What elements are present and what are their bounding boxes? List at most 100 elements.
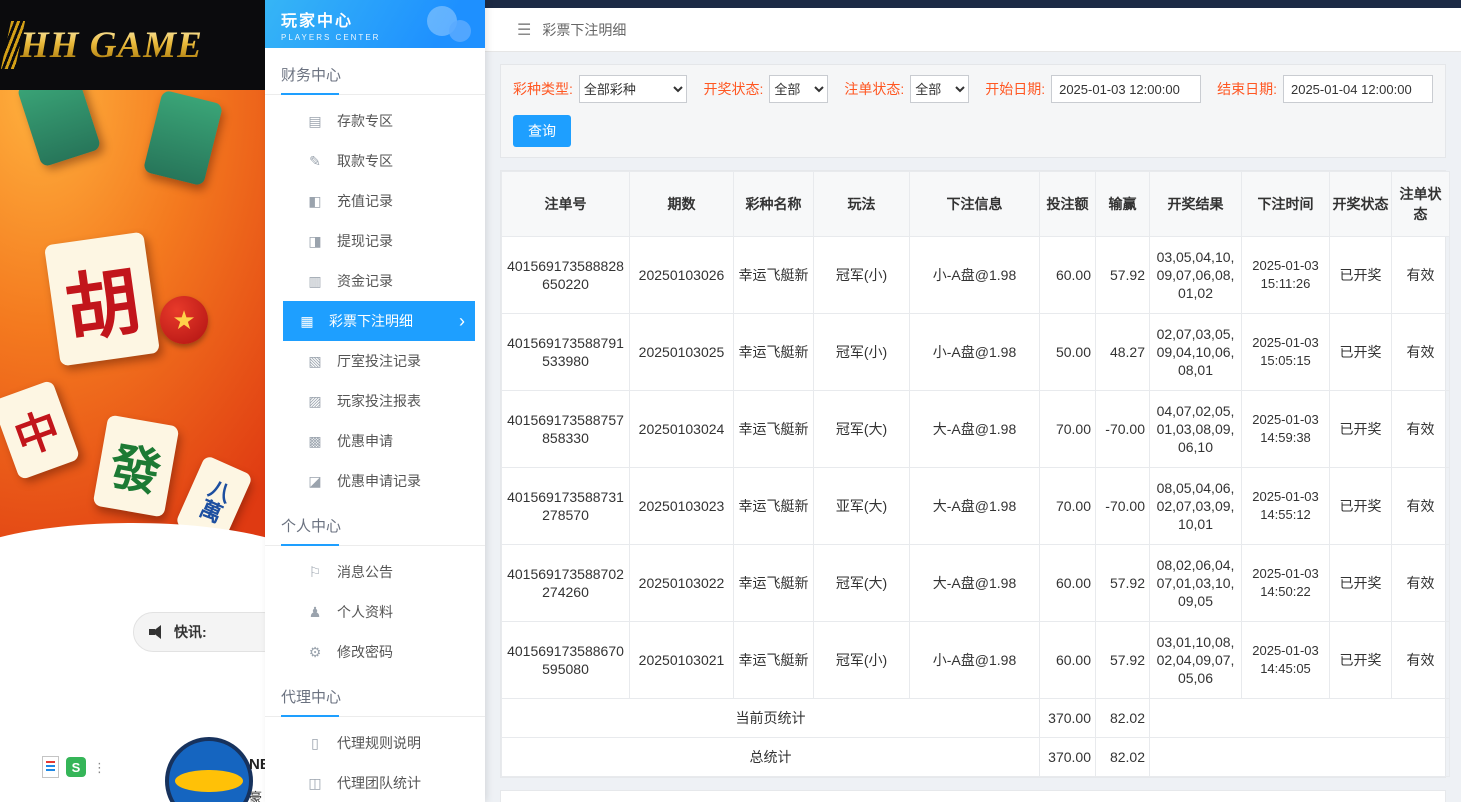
mahjong-tile-hu: 胡	[44, 232, 160, 367]
sidebar-item-agent-team-stats[interactable]: ◫ 代理团队统计	[265, 763, 485, 802]
cell-period: 20250103021	[630, 622, 734, 699]
sidebar-item-withdraw-area[interactable]: ✎取款专区	[265, 141, 485, 181]
sidebar-item-label: 消息公告	[337, 562, 393, 582]
lottery-type-select[interactable]: 全部彩种	[579, 75, 688, 103]
hall-bet-icon: ▧	[307, 353, 323, 370]
end-date-input[interactable]	[1283, 75, 1433, 103]
sidebar-item-label: 代理团队统计	[337, 773, 421, 793]
draw-status-select[interactable]: 全部	[769, 75, 828, 103]
promo-apply-icon: ▩	[307, 433, 323, 450]
sidebar-item-messages[interactable]: ⚐ 消息公告	[265, 552, 485, 592]
summary-winloss: 82.02	[1096, 699, 1150, 738]
column-header: 投注额	[1040, 172, 1096, 237]
promo-banner: 胡 ★ 中 發 八萬	[0, 90, 265, 568]
cell-bet-id: 401569173588757858330	[502, 391, 630, 468]
sidebar-header: 玩家中心 PLAYERS CENTER	[265, 0, 485, 48]
cell-lottery: 幸运飞艇新	[734, 545, 814, 622]
cell-result: 08,02,06,04,07,01,03,10,09,05	[1150, 545, 1242, 622]
cell-time: 2025-01-03 15:11:26	[1242, 237, 1330, 314]
cell-draw-status: 已开奖	[1330, 545, 1392, 622]
content: 彩种类型: 全部彩种 开奖状态: 全部 注单状态: 全部 开始日期: 结束日期:	[485, 52, 1461, 802]
summary-row: 总统计370.0082.02	[502, 738, 1450, 777]
sidebar-item-label: 厅室投注记录	[337, 351, 421, 371]
sidebar-item-withdrawal-records[interactable]: ◨提现记录	[265, 221, 485, 261]
cell-draw-status: 已开奖	[1330, 314, 1392, 391]
sidebar-section-title: 个人中心	[265, 503, 485, 546]
query-button[interactable]: 查询	[513, 115, 571, 147]
sidebar-item-agent-rules[interactable]: ▯代理规则说明	[265, 723, 485, 763]
column-header: 注单号	[502, 172, 630, 237]
cell-draw-status: 已开奖	[1330, 468, 1392, 545]
column-header: 开奖状态	[1330, 172, 1392, 237]
bell-icon: ⚐	[307, 564, 323, 581]
cell-period: 20250103024	[630, 391, 734, 468]
table-row: 40156917358870227426020250103022幸运飞艇新冠军(…	[502, 545, 1450, 622]
cell-draw-status: 已开奖	[1330, 391, 1392, 468]
more-dots-icon[interactable]: ⋮	[93, 761, 106, 774]
cell-period: 20250103023	[630, 468, 734, 545]
page-title: 彩票下注明细	[542, 20, 626, 40]
sidebar-item-player-bet-report[interactable]: ▨玩家投注报表	[265, 381, 485, 421]
start-date-label: 开始日期:	[985, 79, 1045, 99]
cell-bet-id: 401569173588828650220	[502, 237, 630, 314]
notes-icon[interactable]: S	[66, 757, 86, 777]
cell-bet-info: 大-A盘@1.98	[910, 391, 1040, 468]
cell-bet-info: 大-A盘@1.98	[910, 545, 1040, 622]
cell-play: 冠军(小)	[814, 622, 910, 699]
sidebar-item-profile[interactable]: ♟个人资料	[265, 592, 485, 632]
cell-lottery: 幸运飞艇新	[734, 314, 814, 391]
start-date-input[interactable]	[1051, 75, 1201, 103]
speaker-icon	[149, 625, 165, 639]
cell-order-status: 有效	[1392, 314, 1450, 391]
column-header: 输赢	[1096, 172, 1150, 237]
main-area: ☰ 彩票下注明细 彩种类型: 全部彩种 开奖状态: 全部 注单状态: 全部	[485, 0, 1461, 802]
cell-lottery: 幸运飞艇新	[734, 391, 814, 468]
mahjong-tile-wan: 八萬	[175, 455, 253, 546]
sidebar-section-title: 代理中心	[265, 674, 485, 717]
cell-bet-info: 小-A盘@1.98	[910, 622, 1040, 699]
news-label: 快讯:	[174, 622, 207, 642]
sidebar-items: ⚐ 消息公告 ♟个人资料⚙修改密码	[265, 546, 485, 674]
sidebar-item-change-password[interactable]: ⚙修改密码	[265, 632, 485, 672]
news-ticker[interactable]: 快讯:	[133, 612, 265, 652]
cell-play: 冠军(小)	[814, 237, 910, 314]
column-header: 下注信息	[910, 172, 1040, 237]
summary-winloss: 82.02	[1096, 738, 1150, 777]
sidebar-item-deposit-area[interactable]: ▤存款专区	[265, 101, 485, 141]
sidebar-section: 个人中心 ⚐ 消息公告 ♟个人资料⚙修改密码	[265, 503, 485, 674]
cell-lottery: 幸运飞艇新	[734, 622, 814, 699]
cell-amount: 50.00	[1040, 314, 1096, 391]
sidebar-item-promo-apply-records[interactable]: ◪优惠申请记录	[265, 461, 485, 501]
sidebar-item-label: 存款专区	[337, 111, 393, 131]
sidebar-item-hall-bet-records[interactable]: ▧ 厅室投注记录	[265, 341, 485, 381]
sidebar-item-label: 玩家投注报表	[337, 391, 421, 411]
table-header-row: 注单号期数彩种名称玩法下注信息投注额输赢开奖结果下注时间开奖状态注单状态	[502, 172, 1450, 237]
end-date-label: 结束日期:	[1217, 79, 1277, 99]
doc-icon[interactable]	[42, 756, 59, 778]
sidebar-item-lottery-bet-details[interactable]: ▦彩票下注明细›	[283, 301, 475, 341]
cell-bet-info: 小-A盘@1.98	[910, 237, 1040, 314]
bet-table: 注单号期数彩种名称玩法下注信息投注额输赢开奖结果下注时间开奖状态注单状态 401…	[501, 171, 1450, 777]
cell-amount: 60.00	[1040, 545, 1096, 622]
table-row: 40156917358873127857020250103023幸运飞艇新亚军(…	[502, 468, 1450, 545]
sidebar: 玩家中心 PLAYERS CENTER 财务中心▤存款专区✎取款专区◧充值记录◨…	[265, 0, 485, 802]
cell-winloss: -70.00	[1096, 391, 1150, 468]
desktop-shortcut-icons: S ⋮	[42, 756, 106, 778]
sidebar-item-funds-records[interactable]: ▥资金记录	[265, 261, 485, 301]
cell-play: 亚军(大)	[814, 468, 910, 545]
cell-amount: 70.00	[1040, 391, 1096, 468]
sidebar-item-promo-apply[interactable]: ▩优惠申请	[265, 421, 485, 461]
mahjong-tile-fa: 發	[93, 414, 180, 517]
controller-icon	[425, 2, 471, 48]
hamburger-icon[interactable]: ☰	[517, 20, 531, 40]
sidebar-item-recharge-records[interactable]: ◧充值记录	[265, 181, 485, 221]
withdraw-icon: ✎	[307, 153, 323, 170]
column-header: 开奖结果	[1150, 172, 1242, 237]
cell-lottery: 幸运飞艇新	[734, 468, 814, 545]
sidebar-item-label: 提现记录	[337, 231, 393, 251]
cell-amount: 60.00	[1040, 622, 1096, 699]
cell-result: 04,07,02,05,01,03,08,09,06,10	[1150, 391, 1242, 468]
order-status-select[interactable]: 全部	[910, 75, 969, 103]
stats-icon: ◫	[307, 775, 323, 792]
sidebar-item-label: 修改密码	[337, 642, 393, 662]
